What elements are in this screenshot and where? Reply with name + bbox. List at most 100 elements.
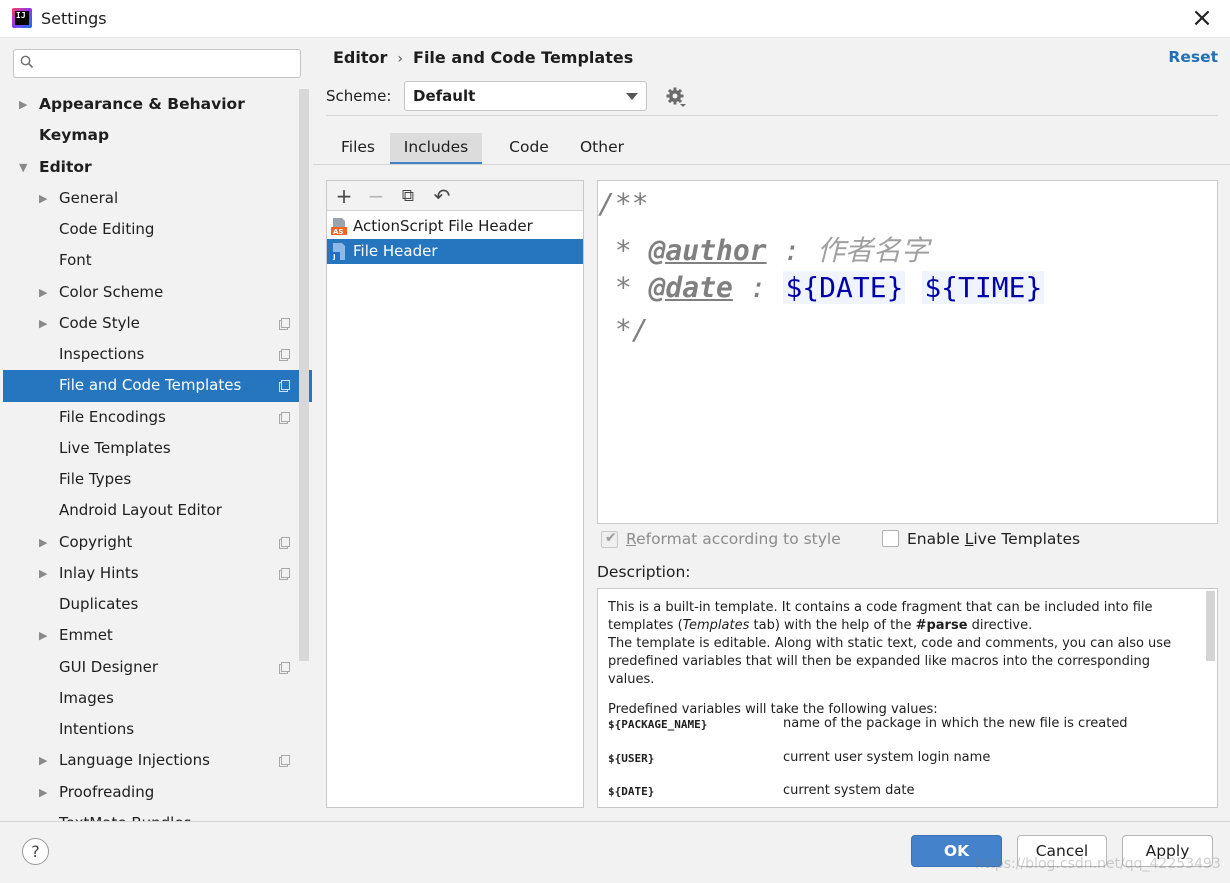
sidebar-item-images[interactable]: Images [3,683,299,714]
search-input[interactable] [42,53,292,74]
sidebar-item-duplicates[interactable]: Duplicates [3,589,299,620]
sidebar-item-label: GUI Designer [59,657,158,676]
description-text: This is a built-in template. It contains… [608,600,1172,717]
sidebar-item-label: Images [59,688,114,707]
variable-row: ${DATE} current system date [608,782,1198,802]
breadcrumb-current: File and Code Templates [413,48,634,67]
sidebar-item-keymap[interactable]: Keymap [3,120,299,151]
sidebar-item-inlay-hints[interactable]: ▶ Inlay Hints [3,558,299,589]
variable-name: ${DATE} [608,785,655,798]
sidebar-item-proofreading[interactable]: ▶ Proofreading [3,777,299,808]
sidebar-item-live-templates[interactable]: Live Templates [3,433,299,464]
template-toolbar: + − ⧉ ↶ [327,181,583,211]
reformat-checkbox[interactable]: ✔ [601,530,618,548]
sidebar-item-label: File Encodings [59,407,166,426]
copy-icon[interactable]: ⧉ [397,185,419,207]
sidebar-item-font[interactable]: Font [3,245,299,276]
sidebar-item-label: File Types [59,470,132,488]
expand-right-icon[interactable]: ▶ [19,89,31,120]
sidebar-item-label: Duplicates [59,595,139,613]
breadcrumb: Editor › File and Code Templates [333,48,633,67]
scheme-dropdown[interactable]: Default [404,81,647,111]
description-scrollbar[interactable] [1206,591,1215,661]
reset-link[interactable]: Reset [1168,48,1218,66]
variable-row: ${PACKAGE_NAME} name of the package in w… [608,715,1198,735]
help-button[interactable]: ? [22,838,49,865]
sidebar-item-appearance-behavior[interactable]: ▶ Appearance & Behavior [3,89,299,120]
expand-right-icon[interactable]: ▶ [39,183,51,214]
search-field[interactable] [13,49,301,78]
template-item-actionscript-file-header[interactable]: AS ActionScript File Header [327,214,583,239]
expand-right-icon[interactable]: ▶ [39,777,51,808]
sidebar-item-label: Inspections [59,345,145,363]
sidebar-item-color-scheme[interactable]: ▶ Color Scheme [3,277,299,308]
expand-down-icon[interactable]: ▼ [19,152,31,183]
code-variable: ${DATE} [783,271,906,304]
sidebar-item-general[interactable]: ▶ General [3,183,299,214]
search-icon [20,55,34,69]
code-sep: : [766,234,818,267]
close-icon[interactable]: × [1187,3,1217,33]
sidebar-item-emmet[interactable]: ▶ Emmet [3,620,299,651]
sidebar-item-file-encodings[interactable]: File Encodings [3,402,299,433]
sidebar-item-inspections[interactable]: Inspections [3,339,299,370]
tab-includes[interactable]: Includes [390,133,482,165]
variable-desc: name of the package in which the new fil… [783,716,1128,731]
expand-right-icon[interactable]: ▶ [39,558,51,589]
sidebar-item-label: Inlay Hints [59,563,139,582]
as-file-icon: AS [331,218,347,235]
sidebar-item-label: Color Scheme [59,282,164,301]
project-level-icon [279,755,290,768]
remove-icon[interactable]: − [365,185,387,207]
sidebar-item-code-editing[interactable]: Code Editing [3,214,299,245]
code-prefix: * [598,234,649,267]
reformat-label: Reformat according to style [626,530,841,548]
tab-other[interactable]: Other [576,133,628,165]
sidebar-item-copyright[interactable]: ▶ Copyright [3,527,299,558]
expand-right-icon[interactable]: ▶ [39,745,51,776]
expand-right-icon[interactable]: ▶ [39,277,51,308]
breadcrumb-parent[interactable]: Editor [333,48,387,67]
code-sep: : [732,271,784,304]
checkmark-icon: ✔ [605,530,617,546]
gear-icon[interactable] [665,86,687,108]
template-code-editor[interactable]: /** * @author : 作者名字 * @date : ${DATE} $… [597,180,1218,524]
sidebar-item-file-types[interactable]: File Types [3,464,299,495]
divider [326,115,1218,116]
template-list-panel: + − ⧉ ↶ AS ActionScript File Header J Fi… [326,180,584,808]
sidebar-item-editor[interactable]: ▼ Editor [3,152,299,183]
sidebar-item-label: Live Templates [59,438,171,457]
project-level-icon [279,567,290,580]
sidebar-item-textmate-bundles[interactable]: TextMate Bundles [3,808,299,821]
sidebar-item-label: Proofreading [59,782,155,801]
java-badge: J [332,253,336,260]
sidebar-scrollbar[interactable] [299,89,309,661]
enable-live-templates-checkbox[interactable] [882,530,899,547]
sidebar-item-label: Emmet [59,626,113,645]
variable-row: ${USER} current user system login name [608,749,1198,769]
sidebar-item-language-injections[interactable]: ▶ Language Injections [3,745,299,776]
template-item-file-header[interactable]: J File Header [327,239,583,264]
tab-files[interactable]: Files [326,133,390,165]
variable-desc: current system date [783,783,915,798]
enable-live-templates-label: Enable Live Templates [907,530,1081,548]
sidebar-item-label: TextMate Bundles [59,808,191,821]
sidebar-item-code-style[interactable]: ▶ Code Style [3,308,299,339]
expand-right-icon[interactable]: ▶ [39,620,51,651]
expand-right-icon[interactable]: ▶ [39,308,51,339]
variable-name: ${PACKAGE_NAME} [608,718,708,731]
sidebar-item-label: Code Editing [59,220,155,238]
chevron-down-icon [626,93,638,100]
reset-to-default-icon[interactable]: ↶ [431,185,453,207]
expand-right-icon[interactable]: ▶ [39,527,51,558]
sidebar-item-android-layout-editor[interactable]: Android Layout Editor [3,495,299,526]
sidebar-item-label: File and Code Templates [59,376,242,395]
sidebar-item-intentions[interactable]: Intentions [3,714,299,745]
divider [313,164,1230,165]
sidebar-item-file-and-code-templates[interactable]: File and Code Templates [3,370,312,402]
scheme-label: Scheme: [326,87,392,105]
sidebar-item-gui-designer[interactable]: GUI Designer [3,652,299,683]
add-icon[interactable]: + [333,185,355,207]
tab-code[interactable]: Code [482,133,576,165]
template-item-label: ActionScript File Header [353,217,533,235]
